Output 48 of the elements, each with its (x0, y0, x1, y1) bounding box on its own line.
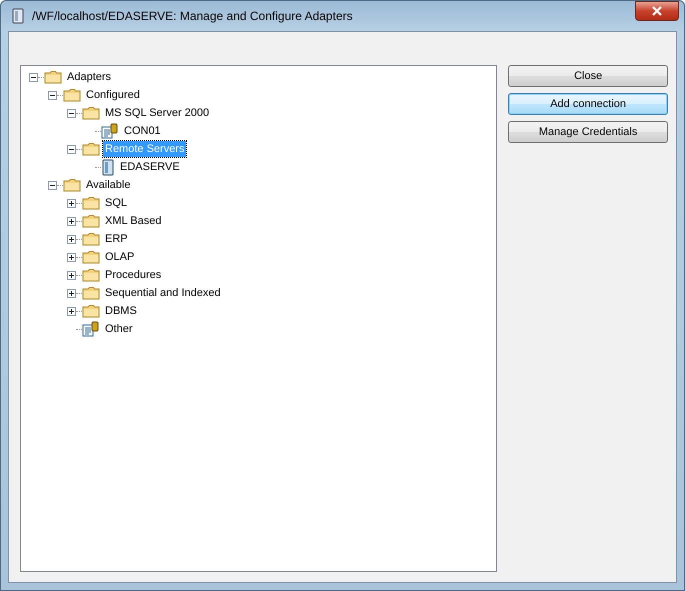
collapse-icon[interactable] (67, 108, 76, 118)
window-title: /WF/localhost/EDASERVE: Manage and Configure Adapters (32, 9, 354, 23)
expand-icon[interactable] (67, 288, 76, 298)
folder-icon (82, 214, 100, 228)
folder-icon (82, 232, 100, 246)
folder-icon (82, 268, 100, 282)
folder-icon (82, 142, 100, 156)
tree-item[interactable]: ERP (103, 231, 130, 247)
collapse-icon[interactable] (48, 180, 57, 190)
tree-item[interactable]: CON01 (122, 123, 163, 139)
tree-item[interactable]: Available (84, 177, 132, 193)
close-icon (651, 6, 663, 16)
tree-item[interactable]: DBMS (103, 303, 139, 319)
folder-icon (63, 178, 81, 192)
folder-icon (82, 286, 100, 300)
dialog-button[interactable]: Close (508, 65, 668, 87)
folder-icon (82, 196, 100, 210)
dialog-button[interactable]: Manage Credentials (508, 121, 668, 143)
expand-icon[interactable] (67, 270, 76, 280)
folder-icon (82, 250, 100, 264)
server-icon (101, 158, 115, 176)
tree-item[interactable]: SQL (103, 195, 130, 211)
document-icon (101, 123, 119, 139)
document-icon (82, 321, 100, 337)
folder-icon (44, 70, 62, 84)
tree-item[interactable]: Sequential and Indexed (103, 285, 223, 301)
collapse-icon[interactable] (29, 72, 38, 82)
expand-icon[interactable] (67, 198, 76, 208)
collapse-icon[interactable] (67, 144, 76, 154)
server-icon (12, 8, 24, 24)
tree-item[interactable]: Adapters (65, 69, 114, 85)
expand-icon[interactable] (67, 234, 76, 244)
expand-icon[interactable] (67, 306, 76, 316)
expand-icon[interactable] (67, 252, 76, 262)
tree-item[interactable]: Procedures (103, 267, 164, 283)
close-button[interactable] (635, 1, 679, 21)
tree-item[interactable]: EDASERVE (118, 159, 182, 175)
tree-item[interactable]: XML Based (103, 213, 164, 229)
tree-item[interactable]: Other (103, 321, 135, 337)
folder-icon (82, 304, 100, 318)
tree-item[interactable]: Configured (84, 87, 142, 103)
collapse-icon[interactable] (48, 90, 57, 100)
tree-item[interactable]: OLAP (103, 249, 136, 265)
folder-icon (82, 106, 100, 120)
tree-item[interactable]: MS SQL Server 2000 (103, 105, 212, 121)
folder-icon (63, 88, 81, 102)
dialog-button[interactable]: Add connection (508, 93, 668, 115)
expand-icon[interactable] (67, 216, 76, 226)
